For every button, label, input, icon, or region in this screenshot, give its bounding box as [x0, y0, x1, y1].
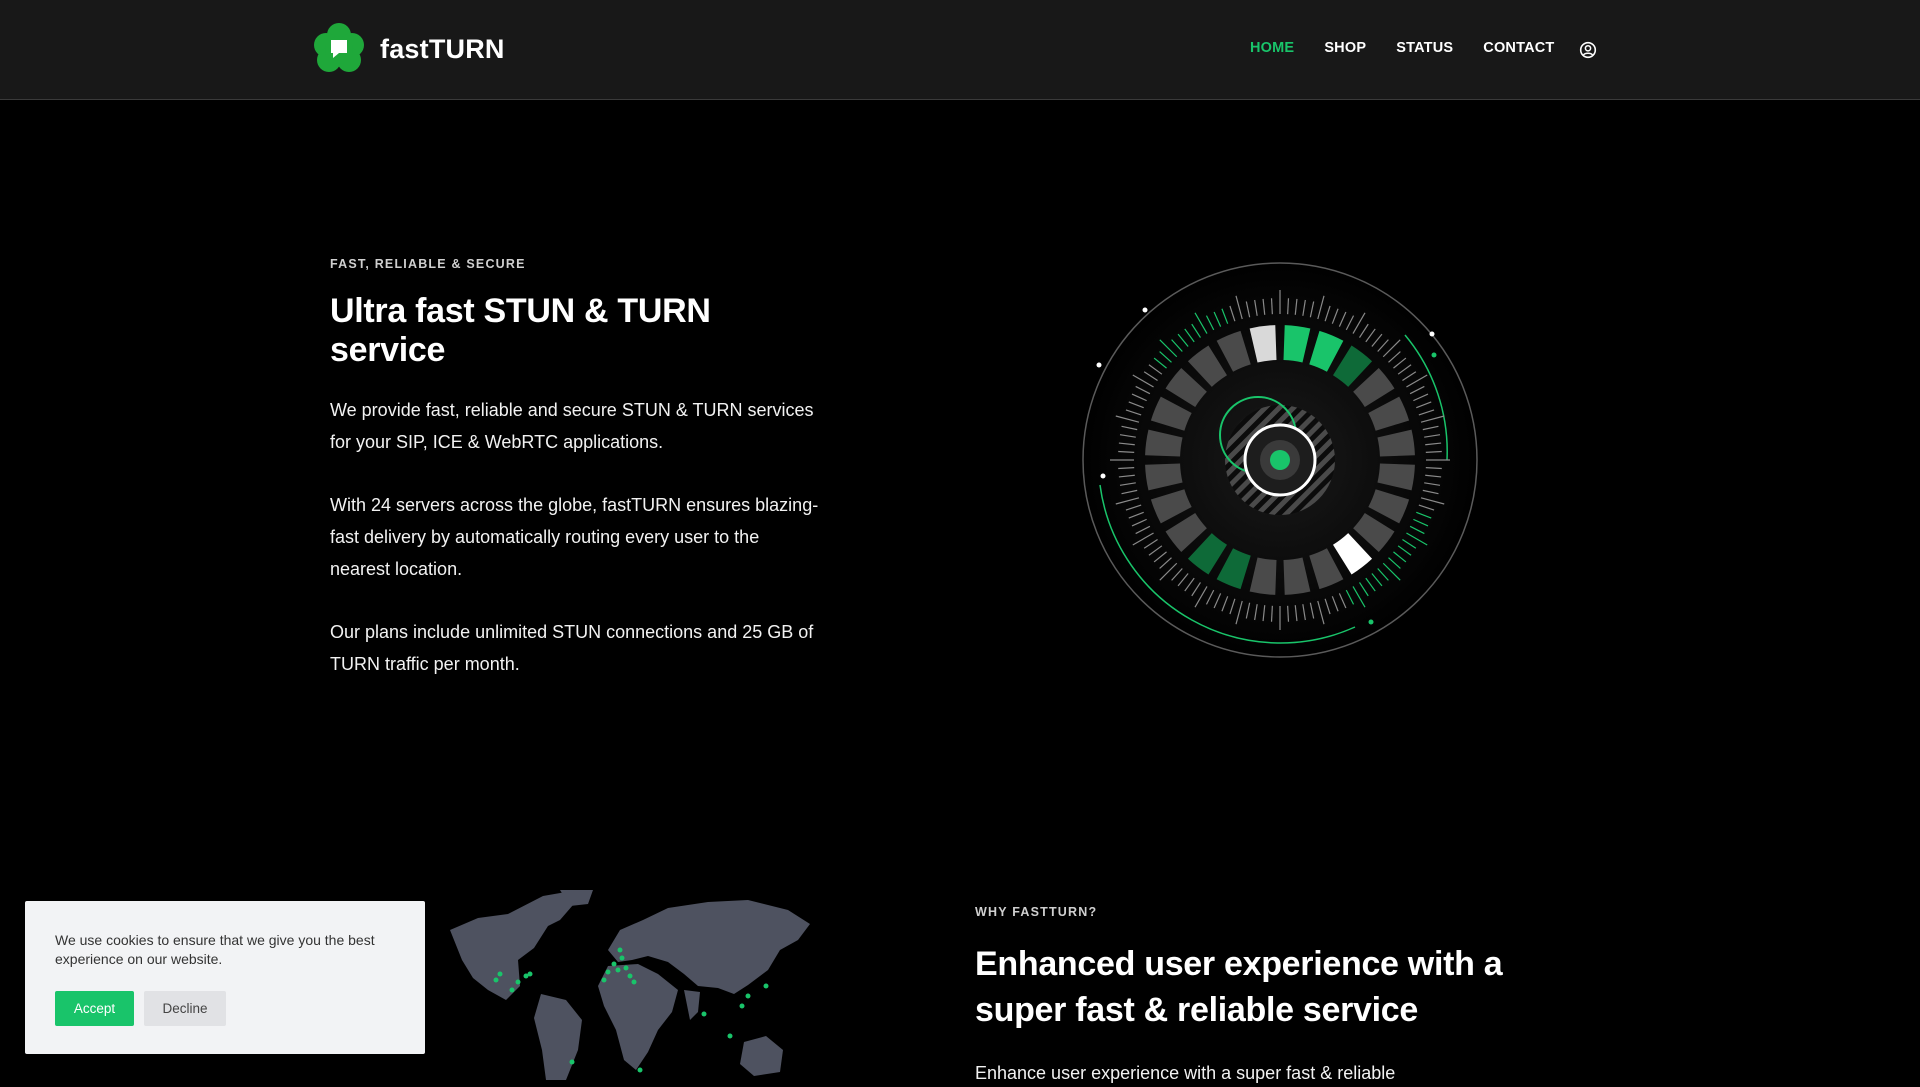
nav-status[interactable]: STATUS: [1396, 40, 1453, 56]
dial-dot: [1142, 307, 1148, 313]
hero-title: Ultra fast STUN & TURN service: [330, 292, 711, 369]
accept-cookies-button[interactable]: Accept: [55, 991, 134, 1026]
hero-eyebrow: FAST, RELIABLE & SECURE: [330, 257, 526, 271]
hero-section: FAST, RELIABLE & SECURE Ultra fast STUN …: [330, 257, 820, 680]
nav-home[interactable]: HOME: [1250, 40, 1294, 56]
why-text: Enhance user experience with a super fas…: [975, 1063, 1396, 1083]
dial-tick: [1118, 467, 1135, 470]
brand-name: fastTURN: [380, 33, 505, 64]
main-nav: HOME SHOP STATUS CONTACT: [1250, 40, 1584, 56]
why-title: Enhanced user experience with a super fa…: [975, 945, 1503, 1029]
dial-dot: [1096, 362, 1102, 368]
dial-dot: [1368, 619, 1374, 625]
dial-dot: [1429, 331, 1435, 337]
why-eyebrow: WHY FASTTURN?: [975, 905, 1098, 919]
hero-paragraph-1: We provide fast, reliable and secure STU…: [330, 400, 814, 452]
hero-paragraph-2: With 24 servers across the globe, fastTU…: [330, 495, 819, 579]
dial-tick: [1270, 605, 1273, 622]
dial-tick: [1425, 450, 1442, 453]
network-dial-graphic: [1080, 260, 1480, 660]
why-section: WHY FASTTURN? Enhanced user experience w…: [975, 905, 1515, 1087]
cookie-banner: We use cookies to ensure that we give yo…: [25, 901, 425, 1054]
dial-tick: [1425, 467, 1442, 470]
world-map-graphic: [450, 890, 810, 1080]
dial-tick: [1287, 298, 1290, 315]
dial-dot: [1100, 473, 1106, 479]
dial-center-dot: [1270, 450, 1290, 470]
decline-cookies-button[interactable]: Decline: [144, 991, 226, 1026]
nav-shop[interactable]: SHOP: [1324, 40, 1366, 56]
hero-paragraph-3: Our plans include unlimited STUN connect…: [330, 622, 814, 674]
user-circle-icon[interactable]: [1579, 41, 1597, 59]
fastturn-logo-icon: [314, 23, 364, 72]
dial-tick: [1118, 450, 1135, 453]
dial-tick: [1270, 298, 1273, 315]
nav-contact[interactable]: CONTACT: [1483, 40, 1554, 56]
dial-tick: [1287, 605, 1290, 622]
brand-logo[interactable]: fastTURN: [312, 22, 505, 76]
site-header: fastTURN HOME SHOP STATUS CONTACT: [0, 0, 1920, 100]
dial-dot: [1431, 352, 1437, 358]
cookie-message: We use cookies to ensure that we give yo…: [55, 932, 375, 967]
